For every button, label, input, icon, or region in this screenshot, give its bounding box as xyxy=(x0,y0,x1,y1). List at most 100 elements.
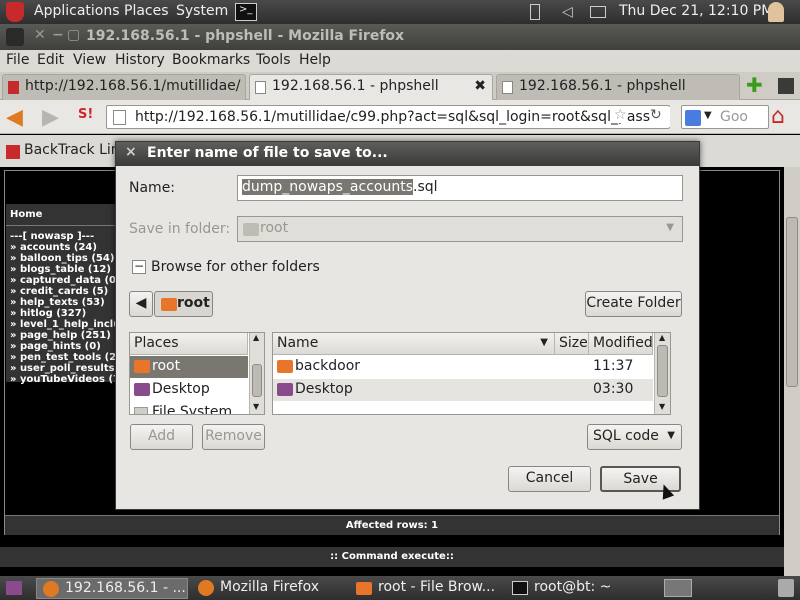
browse-label[interactable]: Browse for other folders xyxy=(151,259,320,275)
trash-icon[interactable] xyxy=(778,579,794,597)
name-label: Name: xyxy=(129,180,176,196)
path-back-button[interactable]: ◀ xyxy=(129,291,153,317)
folder-icon xyxy=(277,360,293,373)
sort-desc-icon: ▼ xyxy=(540,337,548,348)
filename-extension: .sql xyxy=(413,179,438,195)
table-link-balloon-tips[interactable]: » balloon_tips (54) xyxy=(10,253,130,264)
page-scrollbar[interactable] xyxy=(784,167,800,576)
cancel-button[interactable]: Cancel xyxy=(508,466,591,492)
reload-icon[interactable]: ↻ xyxy=(650,107,670,127)
file-row[interactable]: backdoor 11:37 xyxy=(273,356,653,378)
menu-help[interactable]: Help xyxy=(299,52,331,68)
table-link-blogs-table[interactable]: » blogs_table (12) xyxy=(10,264,130,275)
column-name[interactable]: Name ▼ xyxy=(273,333,555,355)
tab-list-icon[interactable] xyxy=(778,78,794,94)
new-tab-icon[interactable]: ✚ xyxy=(746,75,768,96)
search-box[interactable]: ▼ Goo xyxy=(681,105,769,129)
backtrack-logo-icon[interactable] xyxy=(6,2,24,22)
page-identity-icon[interactable] xyxy=(113,110,126,125)
applications-menu[interactable]: Applications xyxy=(34,3,120,19)
page-scrollbar-thumb[interactable] xyxy=(786,217,798,387)
place-file-system[interactable]: File System xyxy=(130,402,248,414)
maximize-window-icon[interactable]: ▢ xyxy=(67,27,80,43)
search-engine-dropdown-icon[interactable]: ▼ xyxy=(704,110,712,121)
browse-expander-icon[interactable]: − xyxy=(132,260,146,274)
close-window-icon[interactable]: ✕ xyxy=(34,27,46,43)
scroll-up-icon[interactable]: ▲ xyxy=(659,333,665,342)
table-link-accounts[interactable]: » accounts (24) xyxy=(10,242,130,253)
file-row[interactable]: Desktop 03:30 xyxy=(273,379,653,401)
menu-view[interactable]: View xyxy=(73,52,106,68)
scroll-down-icon[interactable]: ▼ xyxy=(659,402,665,411)
battery-icon[interactable] xyxy=(530,4,540,20)
table-link-page-help[interactable]: » page_help (251) xyxy=(10,330,130,341)
places-scrollbar[interactable]: ▲ ▼ xyxy=(249,333,264,414)
task-mozilla-firefox[interactable]: Mozilla Firefox xyxy=(192,578,344,599)
table-link-level-1-help[interactable]: » level_1_help_inclu xyxy=(10,319,130,330)
stumbleupon-icon[interactable]: S! xyxy=(78,107,93,122)
menu-file[interactable]: File xyxy=(6,52,29,68)
place-root[interactable]: root xyxy=(130,356,248,378)
files-scrollbar[interactable]: ▲ ▼ xyxy=(654,333,670,414)
table-link-captured-data[interactable]: » captured_data (0) xyxy=(10,275,130,286)
place-root-label: root xyxy=(152,358,181,374)
scroll-up-icon[interactable]: ▲ xyxy=(253,333,259,342)
files-scrollbar-thumb[interactable] xyxy=(657,345,668,397)
file-type-filter[interactable]: SQL code ▼ xyxy=(587,424,682,450)
scroll-down-icon[interactable]: ▼ xyxy=(253,402,259,411)
system-menu[interactable]: System xyxy=(176,3,228,19)
places-header[interactable]: Places xyxy=(130,333,248,355)
places-scrollbar-thumb[interactable] xyxy=(252,364,262,397)
tab-phpshell-active[interactable]: 192.168.56.1 - phpshell ✖ xyxy=(249,74,493,100)
mail-icon[interactable] xyxy=(590,6,606,18)
home-link[interactable]: Home xyxy=(10,209,42,220)
table-link-pen-test-tools[interactable]: » pen_test_tools (20 xyxy=(10,352,130,363)
tab-mutillidae[interactable]: http://192.168.56.1/mutillidae/ xyxy=(2,74,246,100)
bookmark-star-icon[interactable]: ☆ xyxy=(614,107,627,123)
path-root-label: root xyxy=(177,295,210,311)
window-menu-icon[interactable] xyxy=(6,28,24,46)
table-link-page-hints[interactable]: » page_hints (0) xyxy=(10,341,130,352)
task-file-browser[interactable]: root - File Brow... xyxy=(350,578,502,599)
menu-tools[interactable]: Tools xyxy=(256,52,291,68)
affected-rows: Affected rows: 1 xyxy=(345,520,439,531)
tab-phpshell[interactable]: 192.168.56.1 - phpshell xyxy=(496,74,740,100)
desktop-folder-icon xyxy=(277,383,293,396)
table-link-credit-cards[interactable]: » credit_cards (5) xyxy=(10,286,130,297)
user-icon[interactable] xyxy=(768,2,784,22)
volume-icon[interactable]: ◁ xyxy=(562,4,573,20)
bookmark-backtrack[interactable]: BackTrack Lin xyxy=(24,142,120,158)
table-link-youtube-videos[interactable]: » youTubeVideos (7 xyxy=(10,374,130,385)
minimize-window-icon[interactable]: − xyxy=(52,27,64,43)
table-link-hitlog[interactable]: » hitlog (327) xyxy=(10,308,130,319)
table-link-help-texts[interactable]: » help_texts (53) xyxy=(10,297,130,308)
filename-input[interactable]: dump_nowaps_accounts.sql xyxy=(237,175,683,201)
url-bar[interactable]: http://192.168.56.1/mutillidae/c99.php?a… xyxy=(106,105,670,129)
task-terminal[interactable]: root@bt: ~ xyxy=(506,578,656,599)
search-input[interactable]: Goo xyxy=(720,109,748,125)
desktop-folder-icon xyxy=(134,383,150,396)
column-modified[interactable]: Modified xyxy=(589,333,653,355)
clock[interactable]: Thu Dec 21, 12:10 PM xyxy=(619,3,773,19)
home-icon[interactable]: ⌂ xyxy=(771,104,785,129)
terminal-launcher-icon[interactable]: >_ xyxy=(235,3,257,21)
places-menu[interactable]: Places xyxy=(124,3,169,19)
place-desktop[interactable]: Desktop xyxy=(130,379,248,401)
top-panel: Applications Places System >_ ◁ Thu Dec … xyxy=(0,0,800,24)
show-desktop-icon[interactable] xyxy=(6,581,22,595)
task-firefox-phpshell[interactable]: 192.168.56.1 - ... xyxy=(36,578,188,599)
menu-bookmarks[interactable]: Bookmarks xyxy=(172,52,250,68)
dialog-close-icon[interactable]: × xyxy=(125,144,137,160)
column-size[interactable]: Size xyxy=(555,333,589,355)
column-name-label: Name xyxy=(277,335,319,351)
menu-edit[interactable]: Edit xyxy=(37,52,64,68)
workspace-switcher-icon[interactable] xyxy=(664,579,692,597)
table-link-user-poll-results[interactable]: » user_poll_results ( xyxy=(10,363,130,374)
back-icon[interactable]: ◀ xyxy=(6,105,23,130)
path-root-button[interactable]: root xyxy=(154,291,213,317)
google-search-icon[interactable] xyxy=(685,110,701,126)
close-tab-icon[interactable]: ✖ xyxy=(474,78,486,94)
forward-icon[interactable]: ▶ xyxy=(42,105,59,130)
create-folder-button[interactable]: Create Folder xyxy=(585,291,682,317)
menu-history[interactable]: History xyxy=(115,52,165,68)
